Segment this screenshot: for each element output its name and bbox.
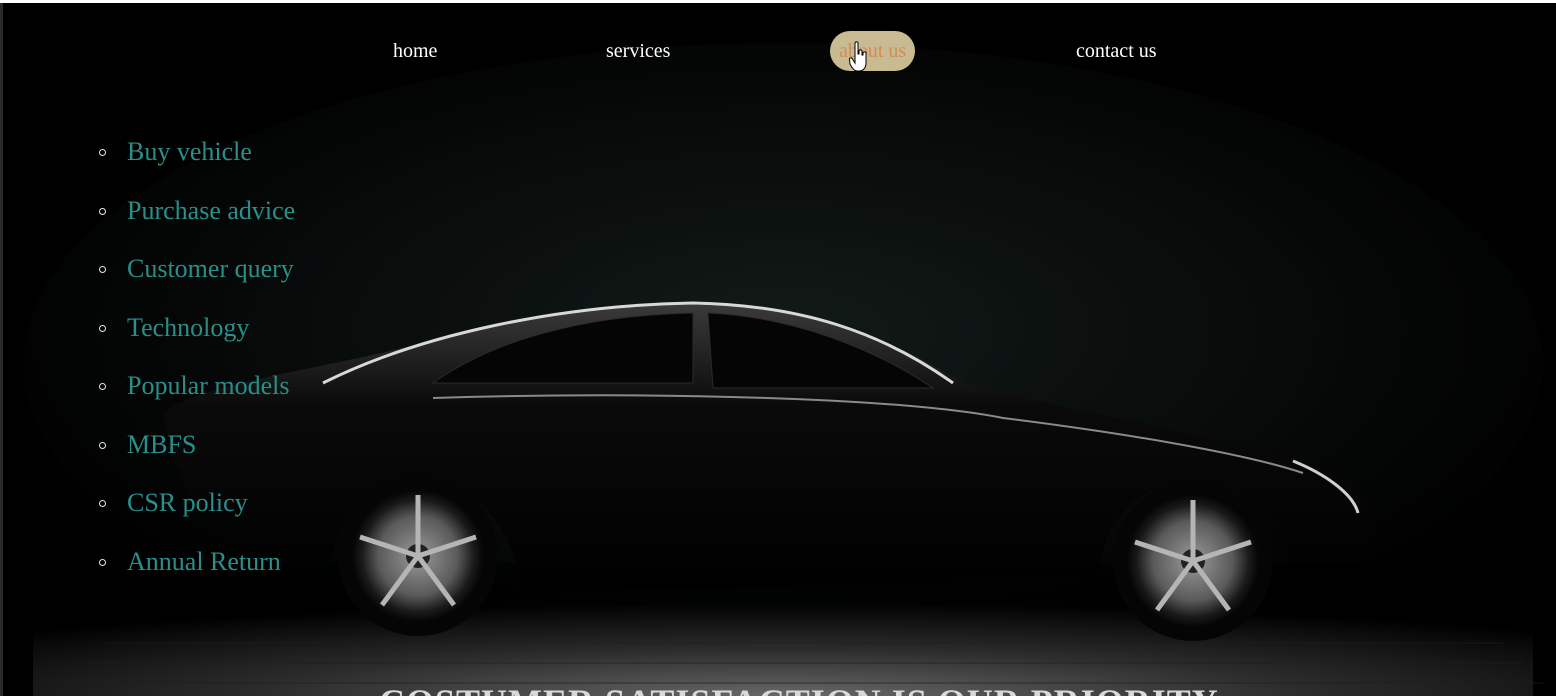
side-menu-item-purchase-advice[interactable]: Purchase advice [95,186,295,245]
side-menu-label[interactable]: Purchase advice [127,196,295,225]
nav-about-link[interactable]: about us [830,31,916,71]
page: home services about us contact us Buy ve… [3,3,1556,696]
side-menu-label[interactable]: CSR policy [127,488,248,517]
hand-cursor-icon [849,41,867,72]
top-nav: home services about us contact us [3,31,1556,73]
side-menu-item-csr-policy[interactable]: CSR policy [95,478,295,537]
side-menu-item-mbfs[interactable]: MBFS [95,420,295,479]
nav-services-link[interactable]: services [606,31,670,71]
bullet-icon [99,266,106,273]
side-menu: Buy vehicle Purchase advice Customer que… [95,127,295,595]
bullet-icon [99,324,106,332]
side-menu-label[interactable]: Popular models [127,371,290,400]
bullet-icon [99,441,106,449]
bullet-icon [99,149,106,156]
nav-contact-link[interactable]: contact us [1076,31,1157,71]
nav-home-link[interactable]: home [393,31,437,71]
side-menu-label[interactable]: Annual Return [127,547,281,576]
bullet-icon [99,558,106,566]
side-menu-item-annual-return[interactable]: Annual Return [95,537,295,596]
side-menu-item-customer-query[interactable]: Customer query [95,244,295,303]
side-menu-label[interactable]: MBFS [127,430,196,459]
bullet-icon [99,500,106,507]
side-menu-label[interactable]: Buy vehicle [127,137,252,166]
side-menu-item-buy-vehicle[interactable]: Buy vehicle [95,127,295,186]
side-menu-item-popular-models[interactable]: Popular models [95,361,295,420]
priority-banner: COSTUMER SATISFACTION IS OUR PRIORITY [379,681,1219,696]
side-menu-label[interactable]: Technology [127,313,249,342]
side-menu-label[interactable]: Customer query [127,254,294,283]
bullet-icon [99,383,106,390]
bullet-icon [99,207,106,215]
side-menu-item-technology[interactable]: Technology [95,303,295,362]
